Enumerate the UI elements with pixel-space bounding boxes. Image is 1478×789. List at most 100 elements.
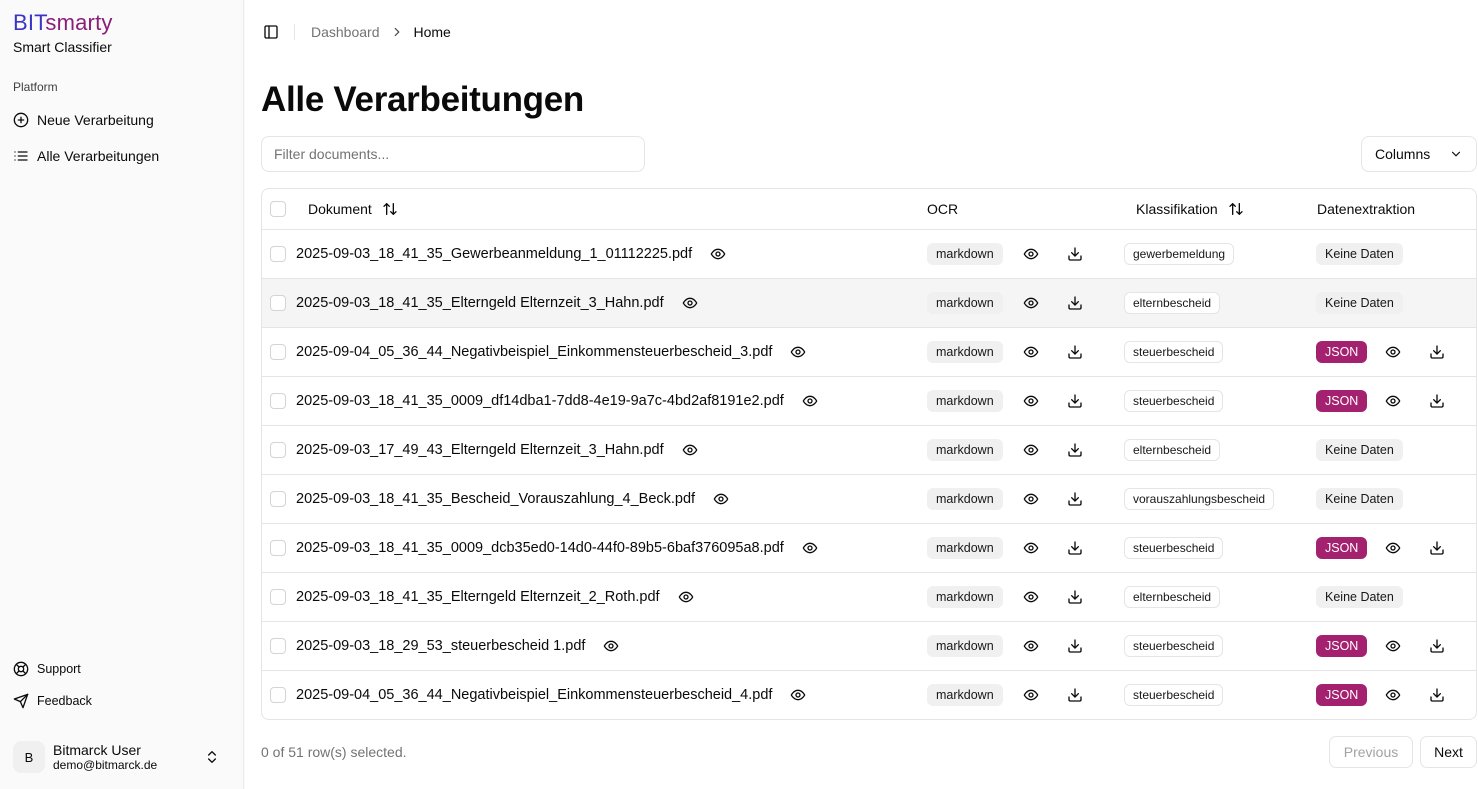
row-checkbox[interactable] (270, 295, 286, 311)
view-document-icon[interactable] (790, 687, 806, 703)
user-menu[interactable]: B Bitmarck User demo@bitmarck.de (13, 740, 232, 774)
download-ocr-icon[interactable] (1067, 524, 1083, 572)
filter-input[interactable] (261, 136, 645, 172)
download-ocr-icon[interactable] (1067, 426, 1083, 474)
view-ocr-icon[interactable] (1023, 426, 1039, 474)
document-name[interactable]: 2025-09-03_18_41_35_0009_df14dba1-7dd8-4… (296, 393, 784, 409)
breadcrumb-dashboard[interactable]: Dashboard (311, 24, 380, 40)
sidebar-item-alle-verarbeitungen[interactable]: Alle Verarbeitungen (13, 146, 159, 166)
view-ocr-icon[interactable] (1023, 377, 1039, 425)
download-ocr-icon[interactable] (1067, 671, 1083, 719)
download-ocr-icon[interactable] (1067, 328, 1083, 376)
row-checkbox[interactable] (270, 589, 286, 605)
view-document-icon[interactable] (603, 638, 619, 654)
view-document-icon[interactable] (678, 589, 694, 605)
columns-button[interactable]: Columns (1361, 136, 1477, 172)
ocr-cell: markdown (927, 671, 1003, 719)
document-name[interactable]: 2025-09-04_05_36_44_Negativbeispiel_Eink… (296, 687, 772, 703)
view-json-icon[interactable] (1385, 671, 1401, 719)
sidebar-item-neue-verarbeitung[interactable]: Neue Verarbeitung (13, 110, 154, 130)
row-checkbox[interactable] (270, 442, 286, 458)
view-json-icon[interactable] (1385, 524, 1401, 572)
divider (294, 24, 295, 40)
table-row[interactable]: 2025-09-03_18_29_53_steuerbescheid 1.pdf… (262, 622, 1476, 671)
download-ocr-icon[interactable] (1067, 475, 1083, 523)
download-json-icon[interactable] (1429, 328, 1445, 376)
ocr-cell: markdown (927, 475, 1003, 523)
view-ocr-icon[interactable] (1023, 671, 1039, 719)
view-json-icon[interactable] (1385, 622, 1401, 670)
row-checkbox[interactable] (270, 687, 286, 703)
view-document-icon[interactable] (682, 295, 698, 311)
view-ocr-icon[interactable] (1023, 475, 1039, 523)
download-ocr-icon[interactable] (1067, 279, 1083, 327)
view-document-icon[interactable] (682, 442, 698, 458)
view-json-icon[interactable] (1385, 328, 1401, 376)
sidebar-item-feedback[interactable]: Feedback (13, 693, 92, 709)
download-json-icon[interactable] (1429, 671, 1445, 719)
header-dokument[interactable]: Dokument (308, 189, 398, 229)
view-document-icon[interactable] (802, 540, 818, 556)
row-checkbox[interactable] (270, 638, 286, 654)
download-json-icon[interactable] (1429, 377, 1445, 425)
selection-count: 0 of 51 row(s) selected. (261, 744, 407, 760)
json-badge: JSON (1316, 537, 1368, 559)
view-ocr-icon[interactable] (1023, 230, 1039, 278)
select-all-checkbox[interactable] (270, 201, 286, 217)
row-checkbox[interactable] (270, 246, 286, 262)
brand-name-part1: BIT (13, 10, 46, 35)
table-row[interactable]: 2025-09-03_18_41_35_Bescheid_Vorauszahlu… (262, 475, 1476, 524)
sidebar-item-label: Alle Verarbeitungen (37, 148, 160, 164)
document-name[interactable]: 2025-09-03_18_41_35_Bescheid_Vorauszahlu… (296, 491, 695, 507)
previous-button[interactable]: Previous (1329, 736, 1413, 768)
row-checkbox[interactable] (270, 393, 286, 409)
view-document-icon[interactable] (790, 344, 806, 360)
view-json-icon[interactable] (1385, 377, 1401, 425)
user-info: Bitmarck User demo@bitmarck.de (53, 742, 204, 773)
document-name[interactable]: 2025-09-03_18_41_35_Gewerbeanmeldung_1_0… (296, 246, 692, 262)
table-row[interactable]: 2025-09-03_17_49_43_Elterngeld Elternzei… (262, 426, 1476, 475)
table-row[interactable]: 2025-09-03_18_41_35_Elterngeld Elternzei… (262, 573, 1476, 622)
download-ocr-icon[interactable] (1067, 377, 1083, 425)
table-row[interactable]: 2025-09-04_05_36_44_Negativbeispiel_Eink… (262, 328, 1476, 377)
table-row[interactable]: 2025-09-04_05_36_44_Negativbeispiel_Eink… (262, 671, 1476, 719)
view-document-icon[interactable] (802, 393, 818, 409)
download-ocr-icon[interactable] (1067, 573, 1083, 621)
sidebar-toggle-icon[interactable] (263, 24, 279, 40)
view-document-icon[interactable] (710, 246, 726, 262)
download-ocr-icon[interactable] (1067, 622, 1083, 670)
document-name[interactable]: 2025-09-03_18_41_35_Elterngeld Elternzei… (296, 295, 664, 311)
view-ocr-icon[interactable] (1023, 573, 1039, 621)
download-ocr-icon[interactable] (1067, 230, 1083, 278)
view-ocr-icon[interactable] (1023, 279, 1039, 327)
table-row[interactable]: 2025-09-03_18_41_35_Gewerbeanmeldung_1_0… (262, 230, 1476, 279)
document-name[interactable]: 2025-09-03_17_49_43_Elterngeld Elternzei… (296, 442, 664, 458)
table-row[interactable]: 2025-09-03_18_41_35_0009_df14dba1-7dd8-4… (262, 377, 1476, 426)
row-checkbox[interactable] (270, 344, 286, 360)
document-cell: 2025-09-03_17_49_43_Elterngeld Elternzei… (296, 426, 698, 474)
download-json-icon[interactable] (1429, 622, 1445, 670)
brand[interactable]: BITsmarty Smart Classifier (13, 9, 113, 55)
ocr-badge: markdown (927, 243, 1003, 265)
document-name[interactable]: 2025-09-04_05_36_44_Negativbeispiel_Eink… (296, 344, 772, 360)
next-button[interactable]: Next (1420, 736, 1477, 768)
row-select-cell (270, 475, 286, 523)
document-name[interactable]: 2025-09-03_18_41_35_0009_dcb35ed0-14d0-4… (296, 540, 784, 556)
download-json-icon[interactable] (1429, 524, 1445, 572)
table-row[interactable]: 2025-09-03_18_41_35_Elterngeld Elternzei… (262, 279, 1476, 328)
view-ocr-icon[interactable] (1023, 524, 1039, 572)
view-ocr-icon[interactable] (1023, 328, 1039, 376)
row-checkbox[interactable] (270, 540, 286, 556)
row-checkbox[interactable] (270, 491, 286, 507)
classification-cell: vorauszahlungsbescheid (1124, 475, 1275, 523)
sidebar-item-support[interactable]: Support (13, 661, 81, 677)
document-name[interactable]: 2025-09-03_18_41_35_Elterngeld Elternzei… (296, 589, 660, 605)
extraction-cell: Keine Daten (1316, 279, 1403, 327)
view-document-icon[interactable] (713, 491, 729, 507)
table-row[interactable]: 2025-09-03_18_41_35_0009_dcb35ed0-14d0-4… (262, 524, 1476, 573)
view-ocr-icon[interactable] (1023, 622, 1039, 670)
list-icon (14, 151, 28, 161)
header-klassifikation[interactable]: Klassifikation (1136, 189, 1244, 229)
document-name[interactable]: 2025-09-03_18_29_53_steuerbescheid 1.pdf (296, 638, 585, 654)
sidebar: BITsmarty Smart Classifier Platform Neue… (0, 0, 244, 789)
